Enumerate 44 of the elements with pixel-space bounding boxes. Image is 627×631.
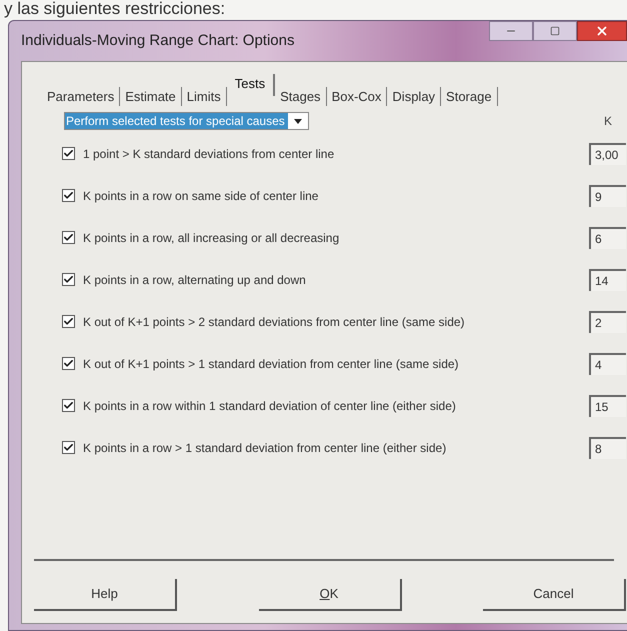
tab[interactable]: Stages [275, 86, 327, 106]
k-value-field[interactable]: 8 [589, 436, 626, 458]
close-icon [595, 24, 609, 38]
maximize-icon [550, 26, 560, 36]
k-value-field[interactable]: 4 [589, 352, 626, 374]
dialog-button[interactable]: OK [258, 579, 402, 611]
test-label: K points in a row on same side of center line [83, 188, 318, 204]
test-checkbox[interactable] [62, 441, 75, 454]
tab[interactable]: Limits [182, 86, 227, 106]
minimize-button[interactable] [489, 21, 533, 41]
tab[interactable]: Estimate [120, 86, 182, 106]
test-label: 1 point > K standard deviations from center line [83, 146, 334, 162]
test-label: K points in a row > 1 standard deviation from center line (either side) [83, 440, 446, 456]
test-checkbox[interactable] [62, 273, 75, 286]
test-checkbox[interactable] [62, 147, 75, 160]
test-checkbox[interactable] [62, 189, 75, 202]
test-mode-dropdown[interactable]: Perform selected tests for special causes [64, 112, 309, 130]
dialog-button[interactable]: Cancel [483, 579, 626, 611]
window-title: Individuals-Moving Range Chart: Options [21, 30, 294, 51]
k-value-field[interactable]: 2 [589, 310, 626, 332]
test-checkbox[interactable] [62, 315, 75, 328]
tab[interactable]: Tests [226, 74, 276, 96]
tab[interactable]: Box-Cox [326, 86, 388, 106]
tab[interactable]: Storage [441, 86, 498, 106]
test-label: K points in a row within 1 standard deviation of center line (either side) [83, 398, 456, 414]
test-checkbox[interactable] [62, 357, 75, 370]
close-button[interactable] [577, 21, 627, 41]
document-text: y las siguientes restricciones: [3, 0, 226, 18]
k-value-field[interactable]: 9 [589, 184, 626, 206]
k-value-field[interactable]: 15 [589, 394, 626, 416]
test-label: K points in a row, alternating up and down [83, 272, 306, 288]
tab[interactable]: Display [387, 86, 442, 106]
tab[interactable]: Parameters [42, 86, 120, 106]
test-checkbox[interactable] [62, 399, 75, 412]
test-checkbox[interactable] [62, 231, 75, 244]
test-label: K points in a row, all increasing or all decreasing [83, 230, 340, 246]
test-label: K out of K+1 points > 2 standard deviations from center line (same side) [83, 314, 465, 330]
k-value-field[interactable]: 6 [589, 226, 626, 248]
test-label: K out of K+1 points > 1 standard deviation from center line (same side) [83, 356, 459, 372]
k-value-field[interactable]: 14 [589, 268, 626, 290]
dropdown-value: Perform selected tests for special causes [65, 113, 288, 129]
dialog-button[interactable]: Help [34, 579, 177, 611]
k-column-header: K [604, 113, 612, 130]
k-value-field[interactable]: 3,00 [589, 142, 626, 164]
